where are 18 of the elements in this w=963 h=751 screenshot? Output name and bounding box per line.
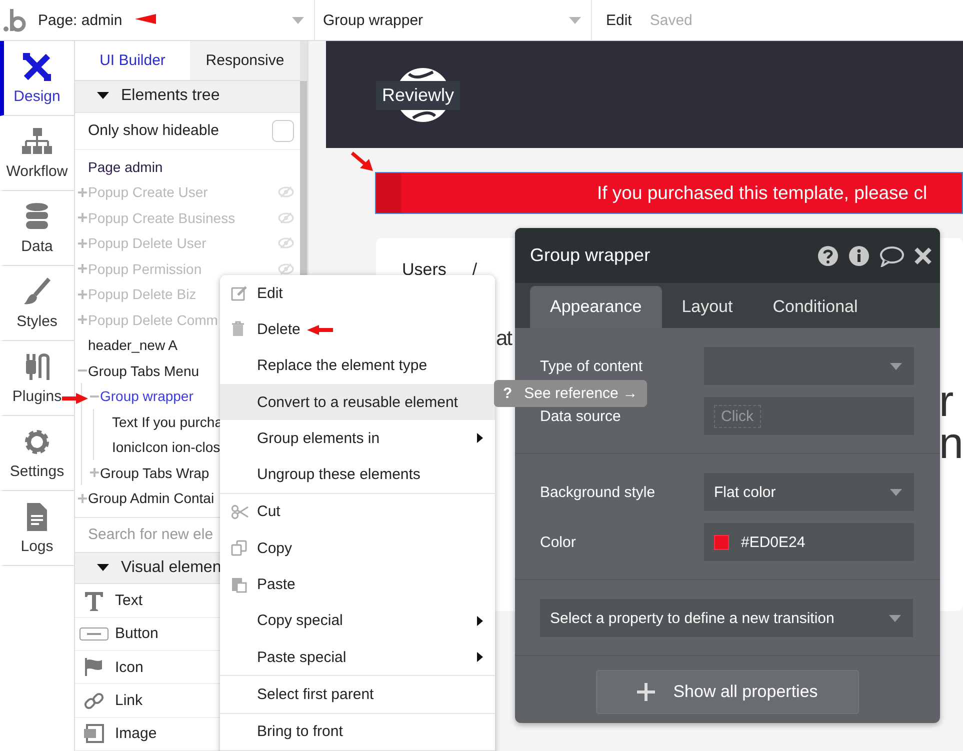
banner-text: If you purchased this template, please cl	[597, 182, 928, 204]
breadcrumb-text: Users	[402, 260, 446, 280]
logo-text: Reviewly	[376, 80, 460, 110]
heading-fragment: n	[939, 422, 963, 466]
color-value: #ED0E24	[741, 534, 806, 550]
section-title: Elements tree	[121, 87, 220, 106]
save-status: Saved	[650, 12, 692, 28]
help-icon: ?	[503, 385, 512, 402]
property-label: Color	[540, 534, 577, 550]
section-title: Visual elemen	[121, 559, 222, 578]
property-label: Background style	[540, 484, 656, 500]
property-label: Type of content	[540, 358, 644, 374]
editor-title: Group wrapper	[530, 245, 650, 266]
heading-fragment: at	[496, 328, 512, 349]
heading-fragment: r	[939, 380, 954, 424]
property-label: Data source	[540, 408, 622, 424]
filter-label: Only show hideable	[88, 122, 219, 140]
breadcrumb-text: /	[472, 260, 478, 280]
